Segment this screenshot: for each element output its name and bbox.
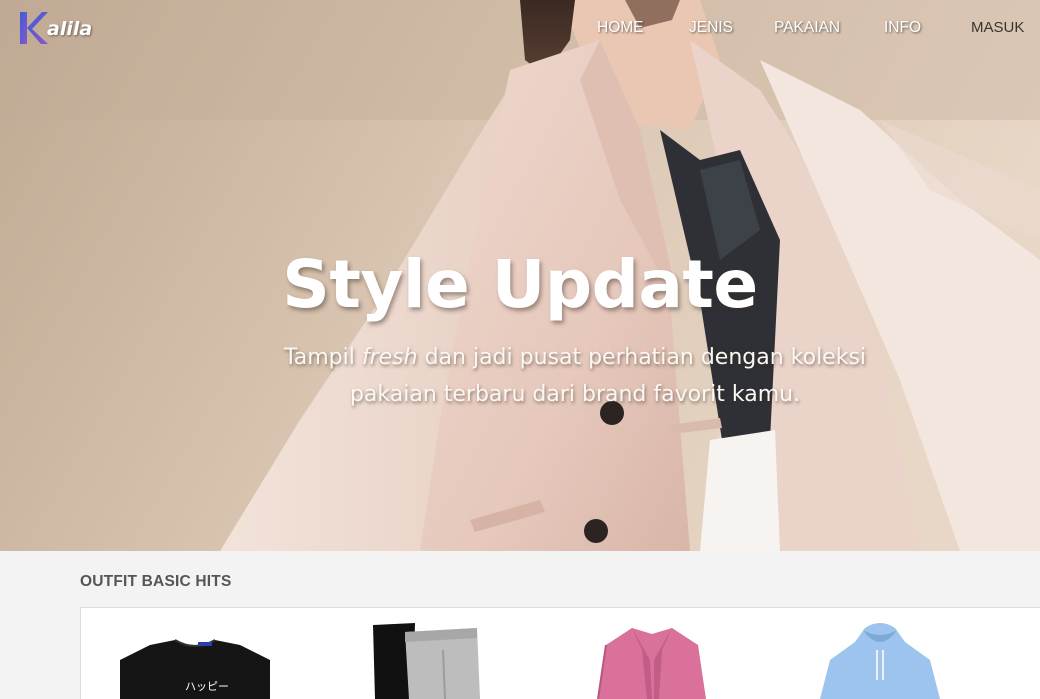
hero-title: Style Update bbox=[282, 246, 758, 323]
hero-subtitle-part2: dan jadi pusat perhatian dengan koleksi … bbox=[349, 345, 867, 407]
hero-subtitle-emphasis: fresh bbox=[361, 345, 418, 370]
product-pink-cardigan[interactable] bbox=[592, 620, 712, 699]
nav-jenis[interactable]: JENIS bbox=[689, 19, 733, 37]
nav-home[interactable]: HOME bbox=[597, 19, 644, 37]
product-blue-hoodie[interactable] bbox=[815, 620, 945, 699]
nav-info[interactable]: INFO bbox=[884, 19, 921, 37]
nav-pakaian[interactable]: PAKAIAN bbox=[774, 19, 840, 37]
hero-subtitle-part1: Tampil bbox=[283, 345, 362, 370]
product-black-tshirt[interactable]: ハッピー bbox=[110, 620, 280, 699]
login-link[interactable]: MASUK bbox=[971, 19, 1024, 36]
hero-subtitle: Tampil fresh dan jadi pusat perhatian de… bbox=[270, 339, 880, 413]
section-title: OUTFIT BASIC HITS bbox=[80, 573, 232, 590]
product-jogger-pants[interactable] bbox=[365, 620, 485, 699]
hero-banner: alila HOME JENIS PAKAIAN INFO MASUK Styl… bbox=[0, 0, 1040, 551]
main-nav: HOME JENIS PAKAIAN INFO MASUK bbox=[0, 19, 1040, 41]
tshirt-print-text: ハッピー bbox=[185, 680, 229, 693]
